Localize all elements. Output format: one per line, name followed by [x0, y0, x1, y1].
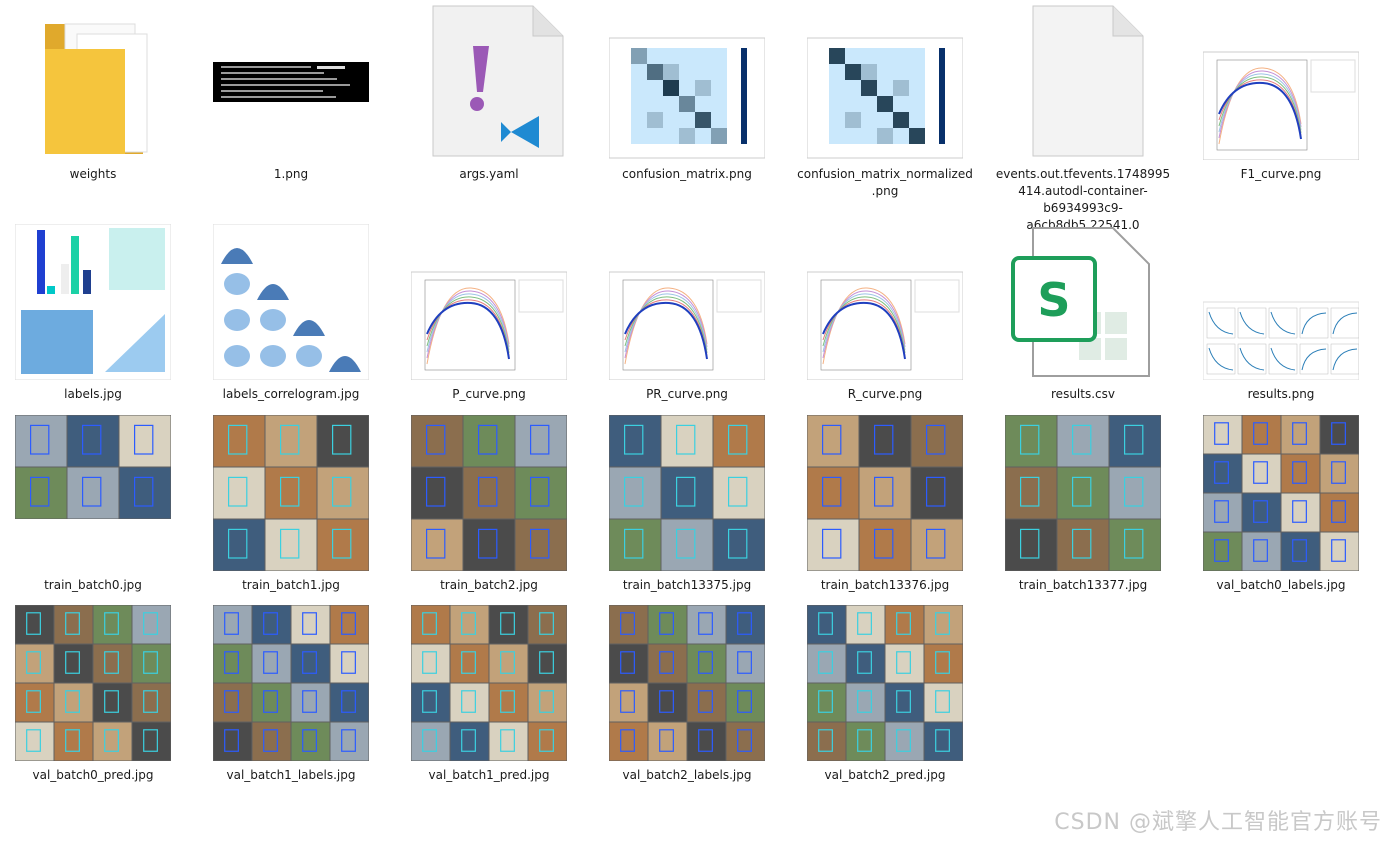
file-name-label: confusion_matrix.png [622, 167, 752, 181]
file-name-label: weights [69, 167, 117, 181]
file-name-label: F1_curve.png [1240, 167, 1322, 181]
file-name-label: results.png [1247, 387, 1315, 401]
file-item[interactable]: val_batch0_labels.jpg [1192, 415, 1370, 615]
file-item[interactable]: train_batch2.jpg [400, 415, 578, 615]
photo-thumbnail [213, 605, 369, 761]
file-name-label: val_batch0_labels.jpg [1216, 578, 1346, 592]
curve-thumbnail [609, 271, 765, 380]
curve-thumbnail [807, 271, 963, 380]
photo-thumbnail [609, 605, 765, 761]
file-name-label: train_batch1.jpg [242, 578, 340, 592]
file-item[interactable]: PR_curve.png [598, 224, 776, 424]
curve-thumbnail [411, 271, 567, 380]
watermark: CSDN @斌擎人工智能官方账号 [1054, 810, 1382, 835]
file-name-label: val_batch2_pred.jpg [824, 768, 946, 782]
file-item[interactable]: results.png [1192, 224, 1370, 424]
photo-thumbnail [15, 415, 171, 571]
file-name-label: train_batch13375.jpg [622, 578, 752, 592]
file-item[interactable]: train_batch0.jpg [4, 415, 182, 615]
file-item[interactable]: val_batch2_labels.jpg [598, 605, 776, 805]
file-name-label: R_curve.png [847, 387, 923, 401]
curve-thumbnail [1203, 51, 1359, 160]
file-name-label: labels_correlogram.jpg [222, 387, 360, 401]
file-name-label: val_batch2_labels.jpg [622, 768, 752, 782]
file-item[interactable]: 1.png [202, 4, 380, 204]
labels-thumbnail [15, 224, 171, 380]
file-name-label: labels.jpg [64, 387, 122, 401]
file-item[interactable]: labels_correlogram.jpg [202, 224, 380, 424]
file-item[interactable]: confusion_matrix.png [598, 4, 776, 204]
confusion-matrix-thumbnail [609, 37, 765, 159]
blank-file-icon [1032, 5, 1144, 157]
file-item[interactable]: F1_curve.png [1192, 4, 1370, 204]
file-name-label: train_batch13377.jpg [1018, 578, 1148, 592]
file-name-label: args.yaml [459, 167, 519, 181]
file-name-label: val_batch1_labels.jpg [226, 768, 356, 782]
photo-thumbnail [807, 605, 963, 761]
file-name-label: 1.png [273, 167, 309, 181]
photo-thumbnail [411, 415, 567, 571]
folder-icon [45, 23, 148, 154]
file-name-label: val_batch0_pred.jpg [32, 768, 154, 782]
file-item[interactable]: val_batch1_pred.jpg [400, 605, 578, 805]
file-item[interactable]: val_batch0_pred.jpg [4, 605, 182, 805]
terminal-image-icon [213, 62, 369, 102]
photo-thumbnail [1203, 415, 1359, 571]
file-name-label: results.csv [1051, 387, 1115, 401]
file-item[interactable]: R_curve.png [796, 224, 974, 424]
file-name-label: P_curve.png [452, 387, 526, 401]
photo-thumbnail [15, 605, 171, 761]
file-name-label: train_batch13376.jpg [820, 578, 950, 592]
photo-thumbnail [609, 415, 765, 571]
file-name-label: PR_curve.png [646, 387, 728, 401]
file-item[interactable]: labels.jpg [4, 224, 182, 424]
results-thumbnail [1203, 301, 1359, 380]
file-item[interactable]: Sresults.csv [994, 224, 1172, 424]
file-name-label: confusion_matrix_normalized.png [797, 167, 973, 198]
file-item[interactable]: weights [4, 4, 182, 204]
photo-thumbnail [807, 415, 963, 571]
file-item[interactable]: args.yaml [400, 4, 578, 204]
file-item[interactable]: confusion_matrix_normalized.png [796, 4, 974, 204]
file-name-label: train_batch0.jpg [44, 578, 142, 592]
file-item[interactable]: val_batch2_pred.jpg [796, 605, 974, 805]
file-name-label: val_batch1_pred.jpg [428, 768, 550, 782]
file-item[interactable]: train_batch1.jpg [202, 415, 380, 615]
confusion-matrix-thumbnail [807, 37, 963, 159]
photo-thumbnail [213, 415, 369, 571]
spreadsheet-icon: S [1011, 227, 1150, 377]
file-item[interactable]: P_curve.png [400, 224, 578, 424]
svg-text:S: S [1037, 273, 1070, 327]
file-item[interactable]: val_batch1_labels.jpg [202, 605, 380, 805]
file-item[interactable]: train_batch13377.jpg [994, 415, 1172, 615]
correlogram-thumbnail [213, 224, 369, 380]
file-grid: weights 1.png args.yaml confusion_matrix.pn… [0, 0, 1388, 844]
file-name-label: train_batch2.jpg [440, 578, 538, 592]
file-item[interactable]: train_batch13376.jpg [796, 415, 974, 615]
file-item[interactable]: events.out.tfevents.1748995414.autodl-co… [994, 4, 1172, 232]
photo-thumbnail [1005, 415, 1161, 571]
file-item[interactable]: train_batch13375.jpg [598, 415, 776, 615]
vscode-file-icon [432, 5, 564, 157]
photo-thumbnail [411, 605, 567, 761]
